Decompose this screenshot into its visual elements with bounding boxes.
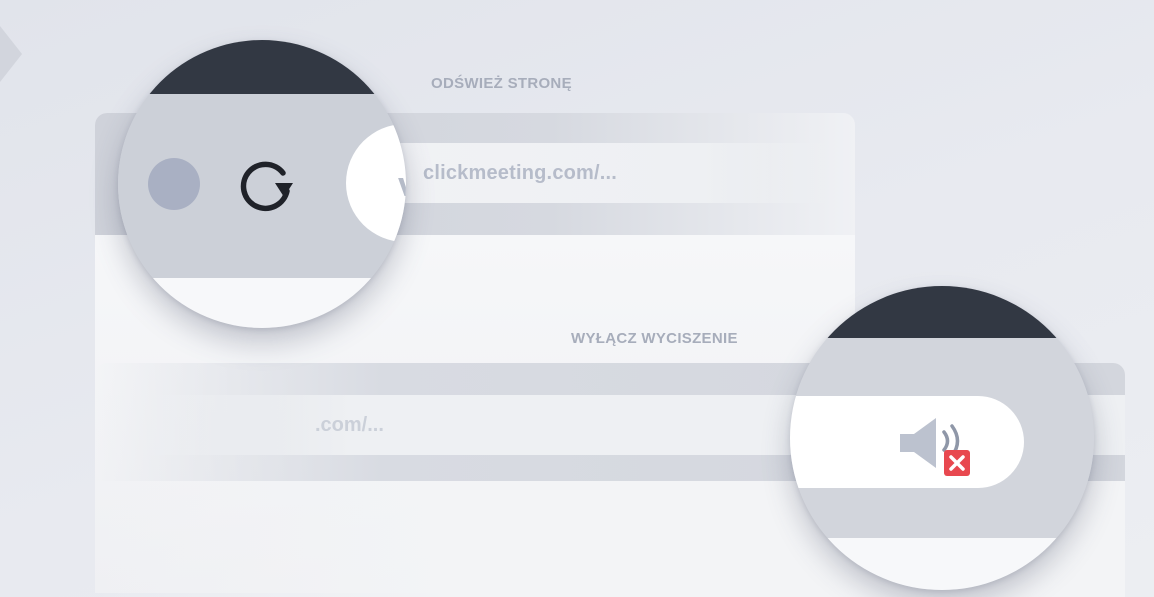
address-bar-url: .com/... [315, 414, 384, 436]
reload-icon[interactable] [231, 151, 299, 219]
speaker-muted-icon[interactable] [896, 414, 978, 478]
magnifier-refresh: v [118, 40, 406, 328]
caption-unmute: WYŁĄCZ WYCISZENIE [571, 330, 738, 347]
browser-content-zoomed [790, 538, 1094, 590]
browser-content-zoomed [118, 278, 406, 328]
nav-dot-icon [148, 158, 200, 210]
caption-refresh-page: ODŚWIEŻ STRONĘ [431, 75, 572, 92]
browser-tab-strip [790, 286, 1094, 338]
magnifier-unmute [790, 286, 1094, 590]
browser-tab-strip [118, 40, 406, 94]
address-bar-url: clickmeeting.com/... [423, 162, 618, 184]
chevron-left-icon[interactable] [0, 26, 22, 82]
close-icon [944, 450, 970, 476]
help-illustration: ODŚWIEŻ STRONĘ clickmeeting.com/... .com… [0, 0, 1154, 597]
address-bar-url-zoomed: v [398, 166, 406, 205]
